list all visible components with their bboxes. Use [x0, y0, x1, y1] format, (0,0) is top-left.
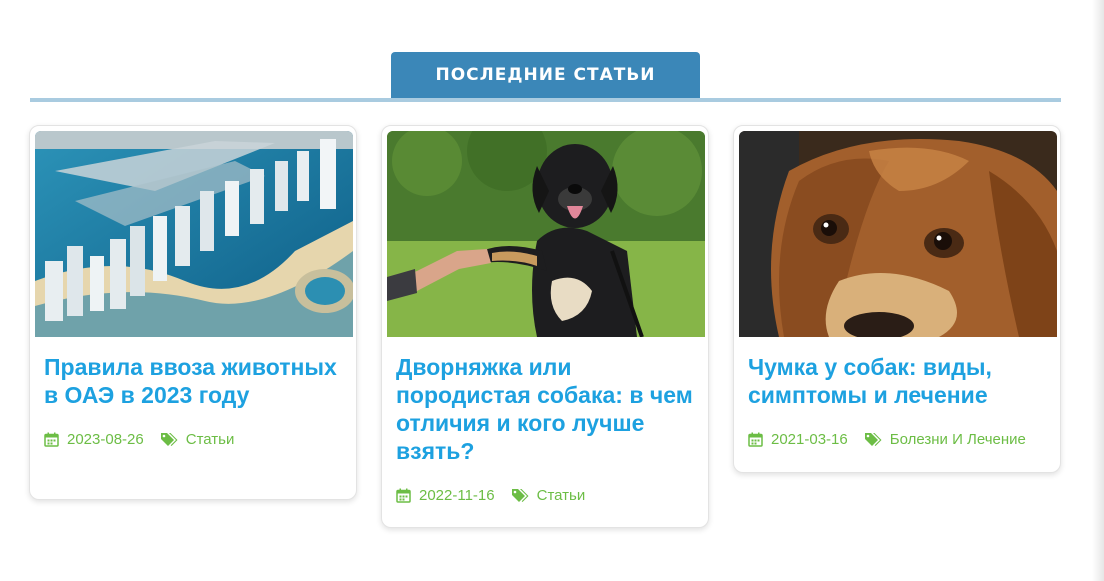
article-date: 2023-08-26 — [44, 431, 144, 448]
article-meta: 2021-03-16 Болезни И Лечение — [748, 431, 1047, 448]
calendar-icon — [396, 488, 411, 503]
article-date: 2021-03-16 — [748, 431, 848, 448]
article-card[interactable]: Правила ввоза животных в ОАЭ в 2023 году… — [29, 125, 357, 500]
article-card[interactable]: Дворняжка или породистая собака: в чем о… — [381, 125, 709, 528]
article-title-link[interactable]: Чумка у собак: виды, симптомы и лечение — [748, 353, 1047, 409]
tags-icon — [864, 433, 882, 446]
article-image-dog-paw[interactable] — [387, 131, 705, 337]
header-divider — [30, 98, 1061, 102]
article-category[interactable]: Статьи — [160, 431, 235, 448]
article-date-text: 2023-08-26 — [67, 431, 144, 448]
tags-icon — [511, 489, 529, 502]
section-title: ПОСЛЕДНИЕ СТАТЬИ — [391, 52, 700, 98]
article-card[interactable]: Чумка у собак: виды, симптомы и лечение … — [733, 125, 1061, 473]
article-category[interactable]: Статьи — [511, 487, 586, 504]
calendar-icon — [44, 432, 59, 447]
article-title-link[interactable]: Правила ввоза животных в ОАЭ в 2023 году — [44, 353, 343, 409]
article-category-text[interactable]: Статьи — [537, 487, 586, 504]
article-date-text: 2021-03-16 — [771, 431, 848, 448]
latest-articles-header: ПОСЛЕДНИЕ СТАТЬИ — [30, 52, 1061, 102]
article-title-link[interactable]: Дворняжка или породистая собака: в чем о… — [396, 353, 695, 465]
article-date-text: 2022-11-16 — [419, 487, 495, 504]
article-category-text[interactable]: Статьи — [186, 431, 235, 448]
tags-icon — [160, 433, 178, 446]
article-meta: 2023-08-26 Статьи — [44, 431, 343, 448]
article-meta: 2022-11-16 Статьи — [396, 487, 695, 504]
article-date: 2022-11-16 — [396, 487, 495, 504]
page-edge-scrollbar-track — [1092, 0, 1104, 581]
article-image-beagle[interactable] — [739, 131, 1057, 337]
calendar-icon — [748, 432, 763, 447]
page: ПОСЛЕДНИЕ СТАТЬИ Правила ввоза животных … — [0, 0, 1104, 581]
article-category[interactable]: Болезни И Лечение — [864, 431, 1026, 448]
article-image-dubai[interactable] — [35, 131, 353, 337]
article-category-text[interactable]: Болезни И Лечение — [890, 431, 1026, 448]
